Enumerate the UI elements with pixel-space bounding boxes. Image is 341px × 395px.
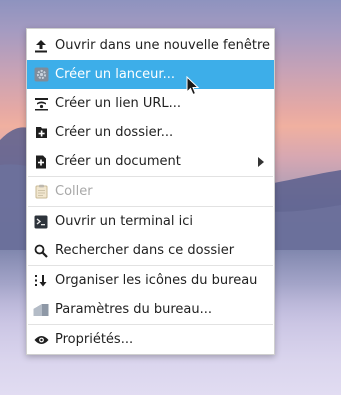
menu-item-arrange-icons[interactable]: Organiser les icônes du bureau [27, 266, 274, 295]
menu-item-open-terminal[interactable]: Ouvrir un terminal ici [27, 207, 274, 236]
menu-item-label: Organiser les icônes du bureau [55, 273, 258, 288]
menu-item-create-folder[interactable]: Créer un dossier... [27, 118, 274, 147]
mouse-pointer-icon [186, 76, 200, 96]
menu-item-label: Créer un lanceur... [55, 67, 175, 82]
menu-item-label: Créer un lien URL... [55, 96, 182, 111]
menu-item-create-url-link[interactable]: Créer un lien URL... [27, 89, 274, 118]
menu-item-label: Paramètres du bureau... [55, 302, 213, 317]
menu-item-label: Créer un document [55, 154, 181, 169]
eye-icon [33, 332, 49, 348]
submenu-arrow-icon [258, 157, 264, 167]
menu-item-label: Ouvrir un terminal ici [55, 214, 194, 229]
gear-icon [33, 67, 49, 83]
menu-item-label: Propriétés... [55, 332, 134, 347]
search-icon [33, 243, 49, 259]
menu-item-create-document[interactable]: Créer un document [27, 147, 274, 176]
upload-arrow-icon [33, 38, 49, 54]
menu-item-label: Coller [55, 184, 93, 199]
new-document-icon [33, 154, 49, 170]
clipboard-icon [33, 184, 49, 200]
menu-item-create-launcher[interactable]: Créer un lanceur... [27, 60, 274, 89]
menu-item-paste[interactable]: Coller [27, 177, 274, 206]
menu-item-search-folder[interactable]: Rechercher dans ce dossier [27, 236, 274, 265]
menu-item-label: Rechercher dans ce dossier [55, 243, 235, 258]
menu-item-desktop-settings[interactable]: Paramètres du bureau... [27, 295, 274, 324]
sort-icon [33, 273, 49, 289]
menu-item-label: Ouvrir dans une nouvelle fenêtre [55, 38, 271, 53]
menu-item-properties[interactable]: Propriétés... [27, 325, 274, 354]
new-folder-icon [33, 125, 49, 141]
menu-item-open-new-window[interactable]: Ouvrir dans une nouvelle fenêtre [27, 31, 274, 60]
context-menu: Ouvrir dans une nouvelle fenêtre Créer u… [26, 28, 275, 355]
link-icon [33, 96, 49, 112]
desktop-settings-icon [33, 302, 49, 318]
menu-item-label: Créer un dossier... [55, 125, 174, 140]
terminal-icon [33, 214, 49, 230]
